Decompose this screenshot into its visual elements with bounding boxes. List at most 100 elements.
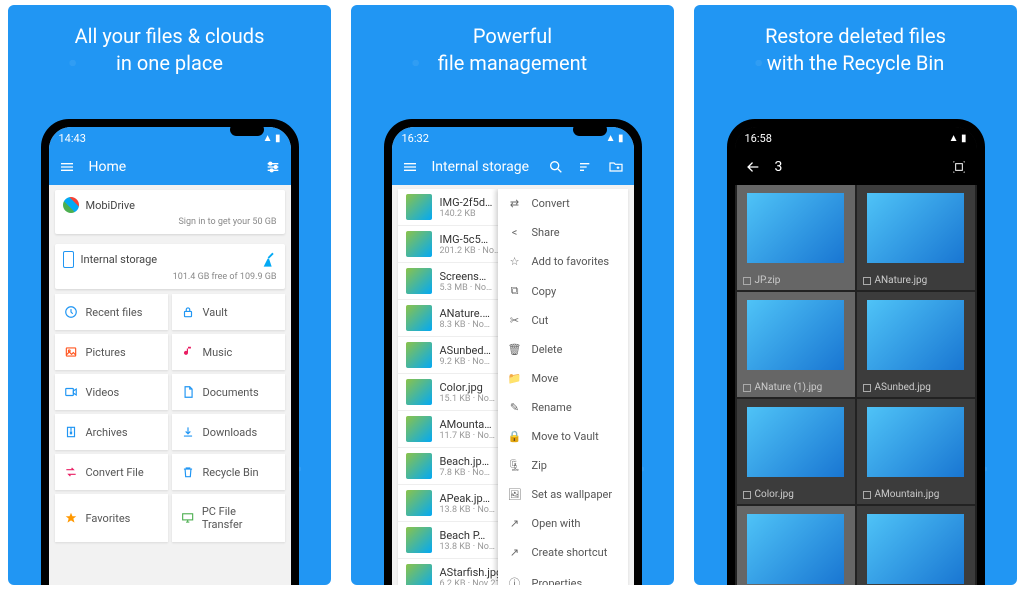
menu-delete[interactable]: 🗑Delete: [498, 335, 628, 364]
star-icon: [64, 511, 78, 525]
music-icon: [181, 345, 195, 359]
create-shortcut-icon: ↗: [508, 546, 522, 559]
tile-label: Pictures: [86, 346, 126, 359]
clean-icon[interactable]: [261, 252, 277, 268]
thumbnail: [867, 514, 964, 584]
thumbnail: [406, 231, 432, 257]
menu-move[interactable]: 📁Move: [498, 364, 628, 393]
tile-videos[interactable]: Videos: [55, 374, 168, 410]
app-bar: Home: [49, 149, 291, 185]
tile-label: Favorites: [86, 512, 131, 525]
mobidrive-icon: [63, 197, 79, 213]
tile-recycle-bin[interactable]: Recycle Bin: [172, 454, 285, 490]
thumbnail: [406, 564, 432, 585]
menu-copy[interactable]: ⧉Copy: [498, 276, 628, 306]
menu-label: Properties: [532, 577, 583, 586]
phone-mockup: 14:43 ▲ ▮ Home MobiDrive Sign in to get …: [41, 119, 299, 585]
file-type-icon: [743, 491, 751, 499]
zip-icon: 🗜: [508, 459, 522, 472]
menu-label: Set as wallpaper: [532, 488, 613, 501]
sort-icon[interactable]: [578, 159, 594, 175]
mobidrive-card[interactable]: MobiDrive Sign in to get your 50 GB: [55, 190, 285, 234]
thumbnail: [867, 300, 964, 370]
menu-label: Move to Vault: [532, 430, 599, 443]
gallery-item[interactable]: Color.jpg: [737, 399, 855, 504]
menu-create-shortcut[interactable]: ↗ Create shortcut: [498, 538, 628, 567]
trash-icon: [181, 465, 195, 479]
tile-recent-files[interactable]: Recent files: [55, 294, 168, 330]
menu-set-wallpaper[interactable]: 🖼Set as wallpaper: [498, 480, 628, 509]
thumbnail: [406, 342, 432, 368]
gallery-item[interactable]: ANature (1).jpg: [737, 292, 855, 397]
add-favorites-icon: ☆: [508, 255, 522, 268]
select-all-icon[interactable]: [951, 159, 967, 175]
file-type-icon: [743, 277, 751, 285]
menu-add-favorites[interactable]: ☆Add to favorites: [498, 247, 628, 276]
tile-documents[interactable]: Documents: [172, 374, 285, 410]
menu-properties[interactable]: ⓘ Properties: [498, 567, 628, 585]
menu-rename[interactable]: ✎Rename: [498, 393, 628, 422]
hamburger-icon[interactable]: [402, 159, 418, 175]
tile-pictures[interactable]: Pictures: [55, 334, 168, 370]
gallery-item[interactable]: ASunbed.jpg: [857, 292, 975, 397]
menu-convert[interactable]: ⇄ Convert: [498, 189, 628, 218]
status-icons: ▲ ▮: [263, 133, 281, 144]
tile-favorites[interactable]: Favorites: [55, 494, 168, 542]
menu-label: Create shortcut: [532, 546, 608, 559]
search-icon[interactable]: [548, 159, 564, 175]
menu-open-with[interactable]: ↗Open with: [498, 509, 628, 538]
gallery-item[interactable]: Beach.jpg: [857, 506, 975, 585]
tile-music[interactable]: Music: [172, 334, 285, 370]
panel-filemgmt: Powerfulfile management 16:32 ▲ ▮ Intern…: [351, 5, 674, 585]
hamburger-icon[interactable]: [59, 159, 75, 175]
tile-downloads[interactable]: Downloads: [172, 414, 285, 450]
thumbnail: [747, 407, 844, 477]
gallery-item[interactable]: AMountain (1).jpg: [737, 506, 855, 585]
properties-icon: ⓘ: [508, 575, 522, 585]
file-type-icon: [863, 491, 871, 499]
file-label: JP.zip: [755, 275, 781, 286]
gallery-item[interactable]: ANature.jpg: [857, 185, 975, 290]
zip-icon: [64, 425, 78, 439]
app-title: Home: [89, 159, 251, 175]
file-name: APeak.jp…: [440, 492, 495, 505]
file-meta: 5.3 MB · No…: [440, 283, 493, 293]
menu-cut[interactable]: ✂Cut: [498, 306, 628, 335]
headline: Restore deleted fileswith the Recycle Bi…: [694, 5, 1017, 83]
file-name: Screens…: [440, 270, 493, 283]
selection-count: 3: [775, 159, 937, 175]
thumbnail: [406, 194, 432, 220]
move-icon: 📁: [508, 372, 522, 385]
file-meta: 13.8 KB · No…: [440, 505, 495, 515]
tile-label: Recycle Bin: [203, 466, 259, 479]
file-label: AMountain.jpg: [875, 489, 940, 500]
thumbnail: [406, 453, 432, 479]
tile-label: Convert File: [86, 466, 144, 479]
tile-label: Music: [203, 346, 233, 359]
menu-label: Zip: [532, 459, 547, 472]
gallery-item[interactable]: AMountain.jpg: [857, 399, 975, 504]
tile-pc-file-transfer[interactable]: PC File Transfer: [172, 494, 285, 542]
file-name: ASunbed…: [440, 344, 491, 357]
tuner-icon[interactable]: [265, 159, 281, 175]
menu-zip[interactable]: 🗜 Zip: [498, 451, 628, 480]
back-icon[interactable]: [745, 159, 761, 175]
menu-label: Open with: [532, 517, 581, 530]
menu-share[interactable]: <Share: [498, 218, 628, 247]
file-type-icon: [743, 384, 751, 392]
file-label: ANature (1).jpg: [755, 382, 823, 393]
menu-label: Copy: [532, 285, 557, 298]
tile-vault[interactable]: Vault: [172, 294, 285, 330]
menu-label: Convert: [532, 197, 570, 210]
tile-label: Documents: [203, 386, 259, 399]
gallery-item[interactable]: JP.zip: [737, 185, 855, 290]
file-name: IMG-5c5…: [440, 233, 500, 246]
tile-archives[interactable]: Archives: [55, 414, 168, 450]
convert-icon: ⇄: [508, 197, 522, 210]
tile-convert-file[interactable]: Convert File: [55, 454, 168, 490]
new-folder-icon[interactable]: [608, 159, 624, 175]
context-menu: ⇄ Convert <Share☆Add to favorites⧉Copy✂Cut…: [498, 189, 628, 585]
headline: Powerfulfile management: [351, 5, 674, 83]
internal-storage-card[interactable]: Internal storage 101.4 GB free of 109.9 …: [55, 244, 285, 289]
menu-move-vault[interactable]: 🔒Move to Vault: [498, 422, 628, 451]
